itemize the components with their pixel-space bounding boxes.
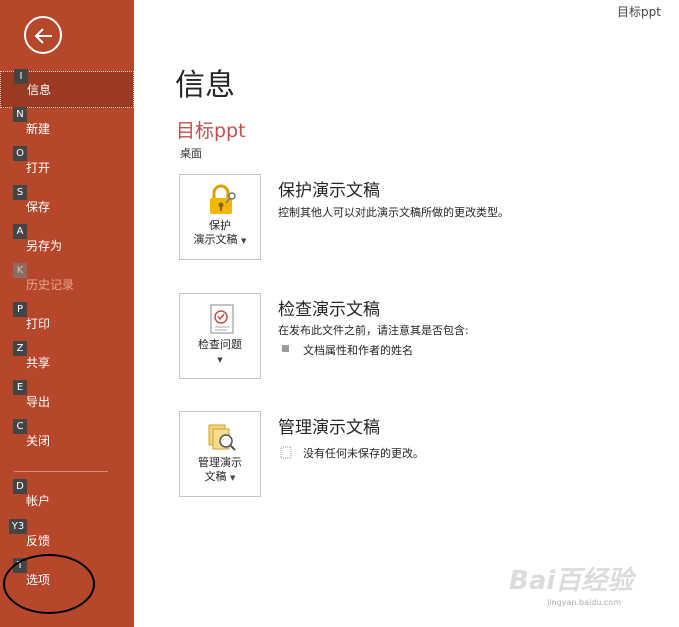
back-button[interactable] xyxy=(24,16,62,54)
manage-versions-icon xyxy=(208,424,236,451)
sidebar-item-label: 信息 xyxy=(27,83,52,97)
sidebar-item-label: 打开 xyxy=(26,161,51,175)
key-tip: O xyxy=(13,146,27,161)
key-tip: P xyxy=(13,302,27,317)
protect-presentation-button[interactable]: 保护 演示文稿 ▼ xyxy=(179,174,261,260)
lock-key-icon xyxy=(210,184,236,214)
sidebar-item-label: 历史记录 xyxy=(26,278,75,292)
arrow-left-icon xyxy=(34,28,52,44)
key-tip: A xyxy=(13,224,27,239)
tile-label-with-caret: 演示文稿 ▼ xyxy=(180,233,260,248)
key-tip: S xyxy=(13,185,27,200)
sidebar-divider xyxy=(14,471,108,472)
key-tip: Z xyxy=(13,341,27,356)
tile-caret-row: ▼ xyxy=(180,352,260,367)
caret-down-icon: ▼ xyxy=(230,474,236,482)
watermark-url: jingyan.baidu.com xyxy=(547,598,621,607)
backstage-sidebar: I 信息 N 新建 O 打开 S 保存 A 另存为 K 历史记录 P 打印 Z … xyxy=(0,0,134,627)
sidebar-item-export[interactable]: E 导出 xyxy=(0,380,134,420)
tile-label: 演示文稿 xyxy=(193,233,238,246)
sidebar-item-new[interactable]: N 新建 xyxy=(0,107,134,147)
sidebar-item-feedback[interactable]: Y3 反馈 xyxy=(0,519,134,559)
section-description: 控制其他人可以对此演示文稿所做的更改类型。 xyxy=(278,206,509,219)
key-tip: Y3 xyxy=(9,519,27,534)
section-heading: 保护演示文稿 xyxy=(278,181,380,201)
sidebar-item-label: 反馈 xyxy=(26,534,51,548)
caret-down-icon: ▼ xyxy=(217,356,223,364)
check-for-issues-button[interactable]: 检查问题 ▼ xyxy=(179,293,261,379)
manage-presentation-button[interactable]: 管理演示 文稿 ▼ xyxy=(179,411,261,497)
unsaved-changes-note: 没有任何未保存的更改。 xyxy=(303,447,424,460)
sidebar-item-label: 关闭 xyxy=(26,434,51,448)
sidebar-item-share[interactable]: Z 共享 xyxy=(0,341,134,381)
section-heading: 检查演示文稿 xyxy=(278,300,380,320)
hand-drawn-circle-annotation xyxy=(3,554,95,614)
sidebar-item-account[interactable]: D 帐户 xyxy=(0,479,134,519)
window-title: 目标ppt xyxy=(617,5,661,19)
tile-label-with-caret: 文稿 ▼ xyxy=(180,470,260,485)
tile-label: 检查问题 xyxy=(198,338,242,351)
document-name: 目标ppt xyxy=(176,120,246,142)
sidebar-item-info[interactable]: I 信息 xyxy=(0,69,134,108)
tile-label: 文稿 xyxy=(204,470,227,483)
page-title: 信息 xyxy=(175,68,235,103)
sidebar-item-open[interactable]: O 打开 xyxy=(0,146,134,186)
sidebar-item-print[interactable]: P 打印 xyxy=(0,302,134,342)
sidebar-item-label: 另存为 xyxy=(26,239,63,253)
sidebar-item-label: 帐户 xyxy=(26,494,51,508)
sidebar-item-history[interactable]: K 历史记录 xyxy=(0,263,134,303)
key-tip: N xyxy=(13,107,27,122)
key-tip: D xyxy=(13,479,27,494)
sidebar-item-label: 共享 xyxy=(26,356,51,370)
sidebar-item-label: 打印 xyxy=(26,317,51,331)
sidebar-item-close[interactable]: C 关闭 xyxy=(0,419,134,459)
bullet-marker xyxy=(282,345,289,352)
key-tip: K xyxy=(13,263,27,278)
sidebar-item-save[interactable]: S 保存 xyxy=(0,185,134,225)
sidebar-item-label: 新建 xyxy=(26,122,51,136)
tile-label: 管理演示 xyxy=(198,456,242,469)
inspect-document-icon xyxy=(210,304,234,334)
tile-label: 保护 xyxy=(209,219,231,232)
key-tip: E xyxy=(13,380,27,395)
section-description: 在发布此文件之前，请注意其是否包含: xyxy=(278,324,469,337)
document-icon xyxy=(280,446,292,459)
sidebar-item-label: 保存 xyxy=(26,200,51,214)
caret-down-icon: ▼ xyxy=(241,237,247,245)
key-tip: I xyxy=(14,69,28,84)
sidebar-item-label: 导出 xyxy=(26,395,51,409)
bullet-text: 文档属性和作者的姓名 xyxy=(303,344,413,357)
section-heading: 管理演示文稿 xyxy=(278,418,380,438)
key-tip: C xyxy=(13,419,27,434)
document-location[interactable]: 桌面 xyxy=(180,145,202,161)
sidebar-item-save-as[interactable]: A 另存为 xyxy=(0,224,134,264)
